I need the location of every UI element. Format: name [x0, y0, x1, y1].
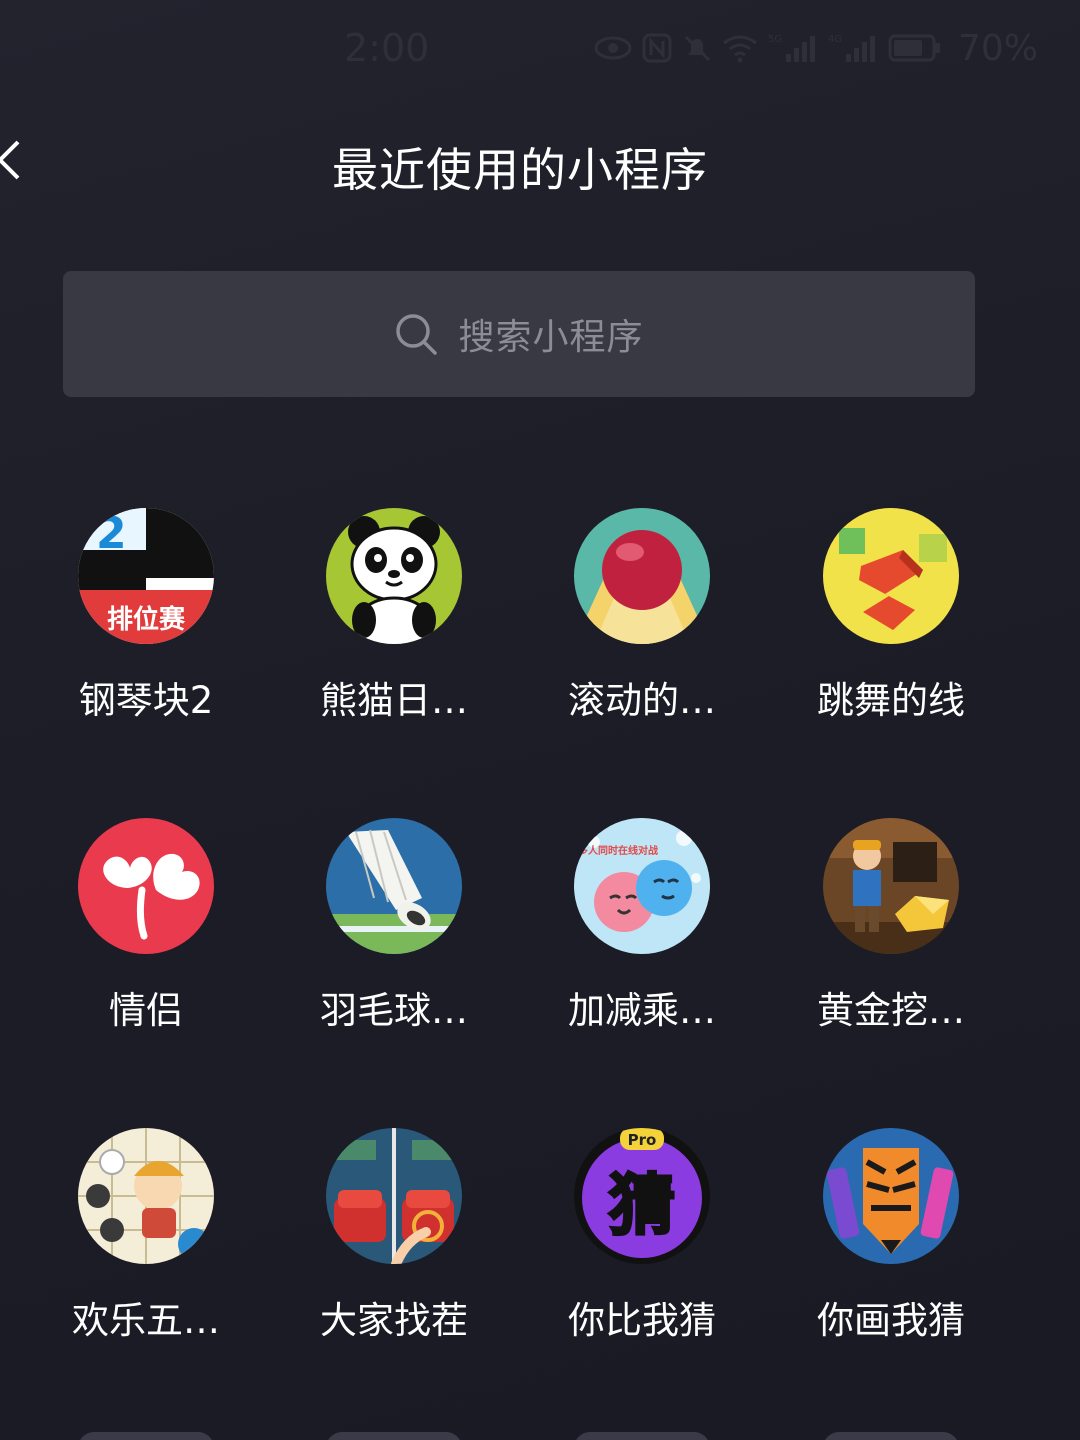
- app-label: 熊猫日…: [320, 679, 468, 722]
- svg-text:4G: 4G: [828, 34, 842, 45]
- app-label: 滚动的…: [568, 679, 716, 722]
- app-item-gold-miner[interactable]: 黄金挖…: [776, 818, 1006, 1048]
- rolling-ball-icon: [574, 508, 710, 644]
- gomoku-icon: [78, 1128, 214, 1264]
- header: 最近使用的小程序: [0, 110, 1080, 210]
- app-item-guess[interactable]: Pro 猜 你比我猜: [527, 1128, 757, 1358]
- search-placeholder: 搜索小程序: [458, 317, 644, 358]
- page-title: 最近使用的小程序: [332, 143, 708, 197]
- app-item-math-bubbles[interactable]: 多人同时在线对战 加减乘…: [527, 818, 757, 1048]
- nfc-icon: [642, 33, 672, 63]
- piano-number: 2: [96, 508, 127, 559]
- search-icon: [396, 314, 438, 355]
- app-label: 情侣: [109, 989, 183, 1032]
- app-item-spot-difference[interactable]: 大家找茬: [279, 1128, 509, 1358]
- guess-pro: Pro: [628, 1131, 657, 1149]
- dancing-line-icon: [823, 508, 959, 644]
- app-label: 加减乘…: [568, 989, 716, 1032]
- app-label: 跳舞的线: [817, 679, 965, 722]
- signal-4g-icon: 4G: [828, 34, 875, 62]
- app-label: 你画我猜: [817, 1299, 965, 1342]
- app-label: 钢琴块2: [78, 679, 214, 722]
- app-label: 黄金挖…: [817, 989, 965, 1032]
- battery-icon: [888, 34, 940, 62]
- signal-5g-icon: 5G: [768, 34, 815, 62]
- battery-percent: 70%: [958, 27, 1039, 69]
- piano-banner: 排位赛: [107, 604, 186, 635]
- guess-icon: Pro 猜: [574, 1128, 710, 1264]
- next-row-icon-peek: [326, 1432, 462, 1440]
- piano-tiles-icon: 2 排位赛: [78, 508, 214, 644]
- app-label: 欢乐五…: [72, 1299, 220, 1342]
- status-icons: 5G 4G 70%: [594, 27, 1039, 69]
- gold-miner-icon: [823, 818, 959, 954]
- svg-text:5G: 5G: [768, 34, 782, 45]
- app-item-rolling-ball[interactable]: 滚动的…: [527, 508, 757, 738]
- app-label: 大家找茬: [320, 1299, 468, 1342]
- app-item-dancing-line[interactable]: 跳舞的线: [776, 508, 1006, 738]
- app-item-couple[interactable]: 情侣: [31, 818, 261, 1048]
- draw-guess-icon: [823, 1128, 959, 1264]
- app-item-piano-tiles[interactable]: 2 排位赛 钢琴块2: [31, 508, 261, 738]
- app-item-badminton[interactable]: 羽毛球…: [279, 818, 509, 1048]
- app-item-gomoku[interactable]: 欢乐五…: [31, 1128, 261, 1358]
- status-time: 2:00: [344, 26, 430, 70]
- search-input[interactable]: 搜索小程序: [63, 271, 975, 397]
- spot-difference-icon: [326, 1128, 462, 1264]
- badminton-icon: [326, 818, 462, 954]
- app-label: 羽毛球…: [320, 989, 468, 1032]
- wifi-icon: [723, 35, 757, 63]
- guess-char: 猜: [609, 1167, 675, 1244]
- clover-heart-icon: [78, 818, 214, 954]
- next-row-icon-peek: [78, 1432, 214, 1440]
- mute-icon: [684, 35, 711, 62]
- next-row-icon-peek: [574, 1432, 710, 1440]
- eye-icon: [594, 36, 632, 60]
- app-item-draw-guess[interactable]: 你画我猜: [776, 1128, 1006, 1358]
- bubbles-icon: 多人同时在线对战: [574, 818, 710, 954]
- app-label: 你比我猜: [568, 1299, 716, 1342]
- bubbles-tag: 多人同时在线对战: [578, 844, 658, 857]
- next-row-icon-peek: [823, 1432, 959, 1440]
- panda-icon: [326, 508, 462, 644]
- app-item-panda[interactable]: 熊猫日…: [279, 508, 509, 738]
- status-bar: 2:00 5G 4G 70%: [0, 0, 1080, 96]
